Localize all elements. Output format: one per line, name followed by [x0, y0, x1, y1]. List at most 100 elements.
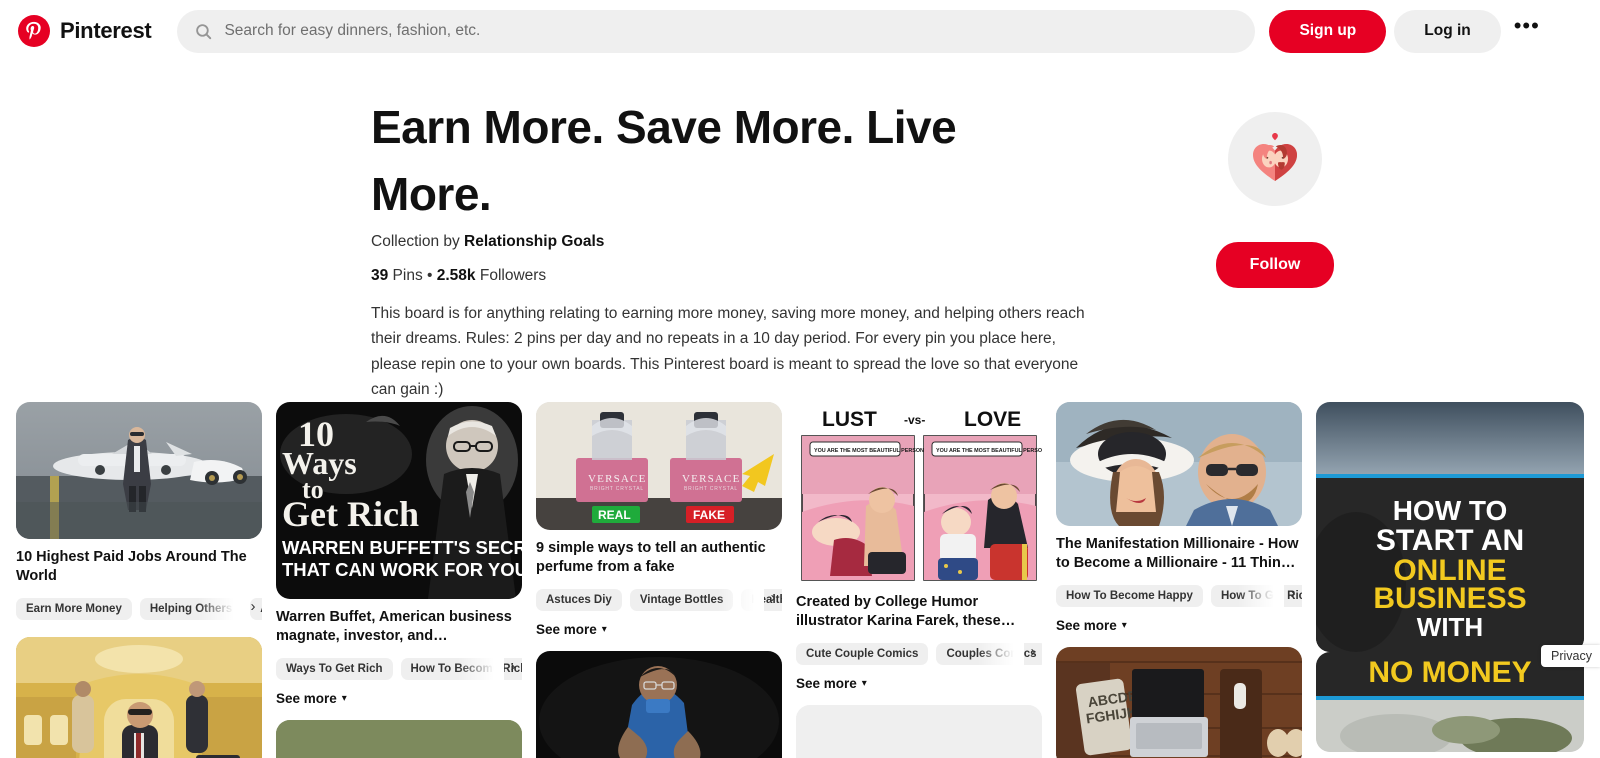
see-more-label: See more [796, 676, 857, 692]
follow-button[interactable]: Follow [1215, 242, 1335, 288]
pin-column: The Manifestation Millionaire - How to B… [1056, 402, 1302, 758]
pin-tag[interactable]: Cute Couple Comics [796, 643, 929, 666]
tags-next-arrow-icon[interactable]: › [1284, 585, 1302, 602]
pin-tag-row: Ways To Get Rich How To Become Rich Wa › [276, 655, 522, 684]
tags-next-arrow-icon[interactable]: › [1024, 643, 1042, 660]
pin-card[interactable] [16, 637, 262, 758]
pin-title: 10 Highest Paid Jobs Around The World [16, 549, 247, 584]
svg-text:-vs-: -vs- [904, 413, 925, 427]
avatar[interactable] [1228, 112, 1322, 206]
pin-tag-row: Astuces Diy Vintage Bottles Health And B… [536, 586, 782, 615]
pin-tag[interactable]: Astuces Diy [536, 589, 622, 612]
pins-label: Pins • [388, 267, 437, 285]
tags-next-arrow-icon[interactable]: › [764, 589, 782, 606]
board-owner-panel: Follow [1185, 112, 1365, 288]
chevron-down-icon: ▾ [601, 624, 607, 636]
pin-column: 10 Highest Paid Jobs Around The World Ea… [16, 402, 262, 758]
pin-image[interactable]: LUST -vs- LOVE YOU ARE THE MOST BEAUTIFU… [796, 402, 1042, 584]
pin-image[interactable]: 10 Ways to Get Rich WARREN BUFFETT'S SEC… [276, 402, 522, 599]
see-more-button[interactable]: See more ▾ [276, 691, 522, 706]
pin-title: 9 simple ways to tell an authentic perfu… [536, 540, 766, 575]
pin-card[interactable]: 10 Ways to Get Rich WARREN BUFFETT'S SEC… [276, 402, 522, 706]
pin-card[interactable] [276, 720, 522, 758]
pin-image[interactable] [796, 705, 1042, 758]
pin-image[interactable]: VERSACE BRIGHT CRYSTAL VERSACE BRIGHT CR… [536, 402, 782, 530]
svg-text:BRIGHT CRYSTAL: BRIGHT CRYSTAL [684, 486, 738, 492]
pin-card[interactable]: LUST -vs- LOVE YOU ARE THE MOST BEAUTIFU… [796, 402, 1042, 691]
pin-card[interactable]: HOW TO START AN ONLINE BUSINESS WITH [1316, 402, 1584, 652]
see-more-button[interactable]: See more ▾ [796, 676, 1042, 691]
search-input[interactable] [224, 22, 1238, 40]
board-owner-name[interactable]: Relationship Goals [464, 233, 604, 250]
pinterest-home-link[interactable]: Pinterest [14, 7, 159, 55]
pin-image[interactable]: HOW TO START AN ONLINE BUSINESS WITH [1316, 402, 1584, 652]
pin-tag[interactable]: Vintage Bottles [629, 589, 734, 612]
search-icon [195, 23, 212, 40]
see-more-button[interactable]: See more ▾ [536, 622, 782, 637]
ellipsis-icon: ••• [1513, 13, 1540, 38]
pin-card[interactable]: The Manifestation Millionaire - How to B… [1056, 402, 1302, 633]
svg-text:YOU ARE THE MOST BEAUTIFUL PER: YOU ARE THE MOST BEAUTIFUL PERSON [936, 448, 1042, 454]
svg-text:WARREN BUFFETT'S SECRETS: WARREN BUFFETT'S SECRETS [282, 537, 522, 558]
svg-text:WITH: WITH [1417, 612, 1483, 642]
pins-count: 39 [371, 267, 389, 285]
svg-text:BRIGHT CRYSTAL: BRIGHT CRYSTAL [590, 486, 644, 492]
see-more-label: See more [1056, 618, 1117, 634]
pin-column: LUST -vs- LOVE YOU ARE THE MOST BEAUTIFU… [796, 402, 1042, 758]
see-more-label: See more [536, 622, 597, 638]
pin-tag[interactable]: Helping Others [139, 598, 243, 621]
tags-next-arrow-icon[interactable]: › [504, 658, 522, 675]
svg-text:LOVE: LOVE [964, 408, 1021, 431]
chevron-down-icon: ▾ [341, 693, 347, 705]
pin-card[interactable]: ABCDE FGHIJK [1056, 647, 1302, 758]
pin-image[interactable] [536, 651, 782, 758]
pin-image[interactable] [16, 637, 262, 758]
svg-text:REAL: REAL [598, 508, 631, 522]
pin-column: VERSACE BRIGHT CRYSTAL VERSACE BRIGHT CR… [536, 402, 782, 758]
pin-image[interactable]: NO MONEY [1316, 652, 1584, 752]
pinterest-logo-icon [18, 15, 50, 47]
more-options-button[interactable]: ••• [1507, 11, 1547, 51]
pin-tag-row: Cute Couple Comics Couples Comics Cute C… [796, 640, 1042, 669]
see-more-button[interactable]: See more ▾ [1056, 618, 1302, 633]
search-bar[interactable] [177, 9, 1256, 53]
log-in-button[interactable]: Log in [1394, 9, 1501, 53]
pin-tag-row: Earn More Money Helping Others Aviation … [16, 595, 262, 624]
pin-tag[interactable]: How To Become Happy [1056, 585, 1203, 608]
top-navigation-bar: Pinterest Sign up Log in ••• [0, 0, 1600, 62]
pin-tag[interactable]: Ways To Get Rich [276, 658, 393, 681]
pin-image[interactable] [276, 720, 522, 758]
pin-card[interactable]: NO MONEY [1316, 652, 1584, 752]
followers-count: 2.58k [436, 267, 476, 285]
svg-text:NO MONEY: NO MONEY [1368, 656, 1531, 689]
pin-title: Warren Buffet, American business magnate… [276, 609, 512, 644]
chevron-down-icon: ▾ [1121, 620, 1127, 632]
pin-title: Created by College Humor illustrator Kar… [796, 594, 1001, 629]
collection-byline: Collection by Relationship Goals [371, 233, 1240, 251]
svg-text:START AN: START AN [1376, 524, 1524, 557]
svg-text:HOW TO: HOW TO [1393, 495, 1508, 526]
pin-card[interactable]: VERSACE BRIGHT CRYSTAL VERSACE BRIGHT CR… [536, 402, 782, 637]
chevron-down-icon: ▾ [861, 678, 867, 690]
board-title: Earn More. Save More. Live More. [371, 101, 957, 220]
svg-text:VERSACE: VERSACE [588, 473, 647, 485]
pin-image[interactable] [16, 402, 262, 539]
pin-title: The Manifestation Millionaire - How to B… [1056, 536, 1299, 571]
pin-card[interactable]: 10 Highest Paid Jobs Around The World Ea… [16, 402, 262, 624]
pin-card[interactable] [796, 705, 1042, 758]
privacy-badge[interactable]: Privacy [1541, 645, 1600, 667]
tags-next-arrow-icon[interactable]: › [244, 598, 262, 615]
pin-image[interactable]: ABCDE FGHIJK [1056, 647, 1302, 758]
pin-tag[interactable]: Earn More Money [16, 598, 132, 621]
svg-text:VERSACE: VERSACE [682, 473, 741, 485]
sign-up-button[interactable]: Sign up [1269, 9, 1387, 53]
pin-card[interactable] [536, 651, 782, 758]
board-header: Earn More. Save More. Live More. Collect… [0, 62, 1600, 402]
pin-grid: 10 Highest Paid Jobs Around The World Ea… [0, 402, 1600, 758]
pin-image[interactable] [1056, 402, 1302, 526]
svg-text:FAKE: FAKE [693, 508, 725, 522]
pin-column: HOW TO START AN ONLINE BUSINESS WITH NO … [1316, 402, 1584, 758]
couple-heart-avatar-icon [1239, 121, 1311, 198]
see-more-label: See more [276, 691, 337, 707]
svg-text:BUSINESS: BUSINESS [1373, 582, 1526, 615]
